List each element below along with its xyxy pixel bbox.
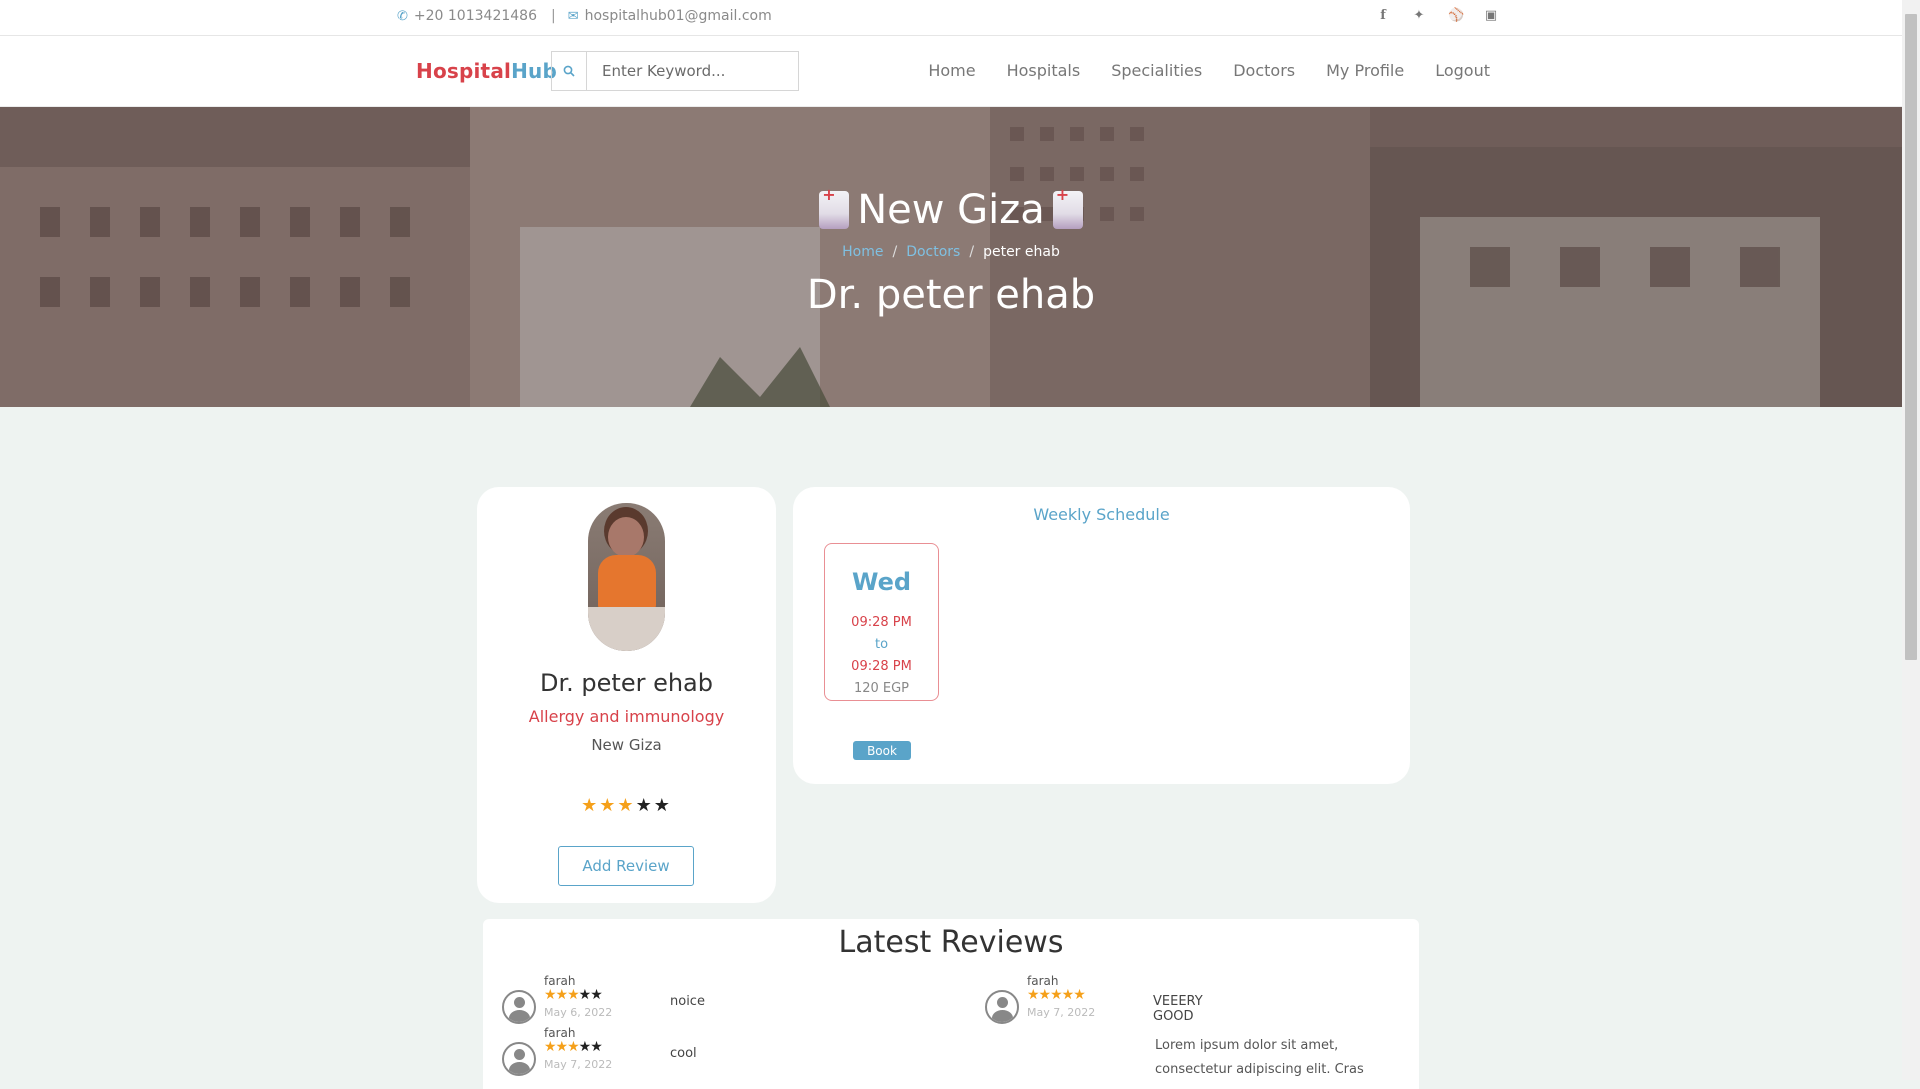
star-filled-icon: ★ <box>599 795 618 816</box>
contact-separator: | <box>550 8 556 24</box>
search-button[interactable] <box>552 52 587 90</box>
email-address[interactable]: hospitalhub01@gmail.com <box>585 8 772 24</box>
slot-price: 120 EGP <box>853 681 910 696</box>
nav-menu: Home Hospitals Specialities Doctors My P… <box>928 61 1490 80</box>
breadcrumb-home[interactable]: Home <box>842 244 883 260</box>
doctor-photo-head <box>608 517 644 557</box>
user-avatar-icon <box>502 990 536 1024</box>
doctor-photo <box>588 503 665 651</box>
doctor-hospital: New Giza <box>591 736 662 754</box>
reviews-title: Latest Reviews <box>838 925 1064 960</box>
star-filled-icon: ★ <box>617 795 636 816</box>
hero-banner: New Giza Home / Doctors / peter ehab Dr. pet… <box>0 107 1902 407</box>
facebook-icon[interactable]: f <box>1376 8 1390 23</box>
review-date: May 7, 2022 <box>544 1058 613 1071</box>
review-date: May 7, 2022 <box>1027 1006 1096 1019</box>
twitter-icon[interactable]: ✦ <box>1412 8 1426 23</box>
review-rating: ★★★★★ <box>544 1039 603 1055</box>
breadcrumb-separator: / <box>892 244 898 260</box>
hospital-icon <box>1052 185 1083 229</box>
nav-my-profile[interactable]: My Profile <box>1326 61 1404 80</box>
review-rating: ★★★★★ <box>1027 987 1086 1003</box>
book-button[interactable]: Book <box>853 741 911 760</box>
page-scrollbar[interactable] <box>1902 0 1920 1080</box>
nav-doctors[interactable]: Doctors <box>1233 61 1295 80</box>
review-rating: ★★★★★ <box>544 987 603 1003</box>
nav-specialities[interactable]: Specialities <box>1111 61 1202 80</box>
nav-home[interactable]: Home <box>928 61 975 80</box>
star-empty-icon: ★ <box>653 795 672 816</box>
search-input[interactable] <box>587 52 798 90</box>
review-user: farah <box>544 974 576 988</box>
breadcrumb-current: peter ehab <box>983 244 1060 260</box>
nav-hospitals[interactable]: Hospitals <box>1007 61 1081 80</box>
review-text-long: Lorem ipsum dolor sit amet, consectetur … <box>1155 1038 1364 1077</box>
slot-end-time: 09:28 PM <box>851 659 912 674</box>
dribbble-icon[interactable]: ⚾ <box>1448 8 1464 23</box>
slot-start-time: 09:28 PM <box>851 615 912 630</box>
hospital-icon <box>819 185 850 229</box>
doctor-photo-legs <box>588 607 665 651</box>
doctor-name: Dr. peter ehab <box>540 669 713 697</box>
schedule-slot: Wed 09:28 PM to 09:28 PM 120 EGP <box>824 543 939 701</box>
brand-logo[interactable]: HospitalHub <box>416 59 557 83</box>
star-empty-icon: ★ <box>635 795 654 816</box>
user-avatar-icon <box>985 990 1019 1024</box>
doctor-speciality: Allergy and immunology <box>528 707 725 726</box>
star-filled-icon: ★ <box>581 795 600 816</box>
review-user: farah <box>544 1026 576 1040</box>
latest-reviews-section: Latest Reviews farah ★★★★★ May 6, 2022 n… <box>483 919 1419 1089</box>
hero-hospital-name: New Giza <box>857 187 1045 233</box>
nav-logout[interactable]: Logout <box>1435 61 1490 80</box>
mail-icon: ✉ <box>567 8 579 24</box>
breadcrumb: Home / Doctors / peter ehab <box>0 244 1902 260</box>
hero-hospital-title: New Giza <box>0 185 1902 233</box>
search-icon <box>563 65 575 77</box>
brand-logo-part1: Hospital <box>416 59 512 83</box>
phone-icon: ✆ <box>397 8 408 24</box>
review-text: noice <box>670 994 705 1009</box>
weekly-schedule-card: Weekly Schedule Wed 09:28 PM to 09:28 PM… <box>793 487 1410 784</box>
breadcrumb-doctors[interactable]: Doctors <box>906 244 960 260</box>
top-contact-bar: ✆ +20 1013421486 | ✉ hospitalhub01@gmail… <box>0 0 1902 36</box>
slot-day: Wed <box>851 568 912 596</box>
user-avatar-icon <box>502 1042 536 1076</box>
phone-number: +20 1013421486 <box>413 8 537 24</box>
doctor-profile-card: Dr. peter ehab Allergy and immunology Ne… <box>477 487 776 903</box>
social-links: f ✦ ⚾ ▣ <box>1376 8 1498 23</box>
doctor-photo-shirt <box>598 555 656 611</box>
slot-to-label: to <box>874 637 889 652</box>
main-navbar: HospitalHub Home Hospitals Specialities … <box>0 36 1902 107</box>
page-title: Dr. peter ehab <box>806 272 1096 318</box>
doctor-rating: ★★★★★ <box>477 795 776 816</box>
review-date: May 6, 2022 <box>544 1006 613 1019</box>
search-box <box>551 51 799 91</box>
contact-info: ✆ +20 1013421486 | ✉ hospitalhub01@gmail… <box>397 8 772 24</box>
schedule-title: Weekly Schedule <box>1033 505 1170 524</box>
review-text: cool <box>670 1046 697 1061</box>
instagram-icon[interactable]: ▣ <box>1484 8 1498 23</box>
review-text: VEEERY GOOD <box>1153 994 1203 1024</box>
breadcrumb-separator: / <box>969 244 975 260</box>
scrollbar-thumb[interactable] <box>1905 14 1917 660</box>
add-review-button[interactable]: Add Review <box>558 846 694 886</box>
review-user: farah <box>1027 974 1059 988</box>
